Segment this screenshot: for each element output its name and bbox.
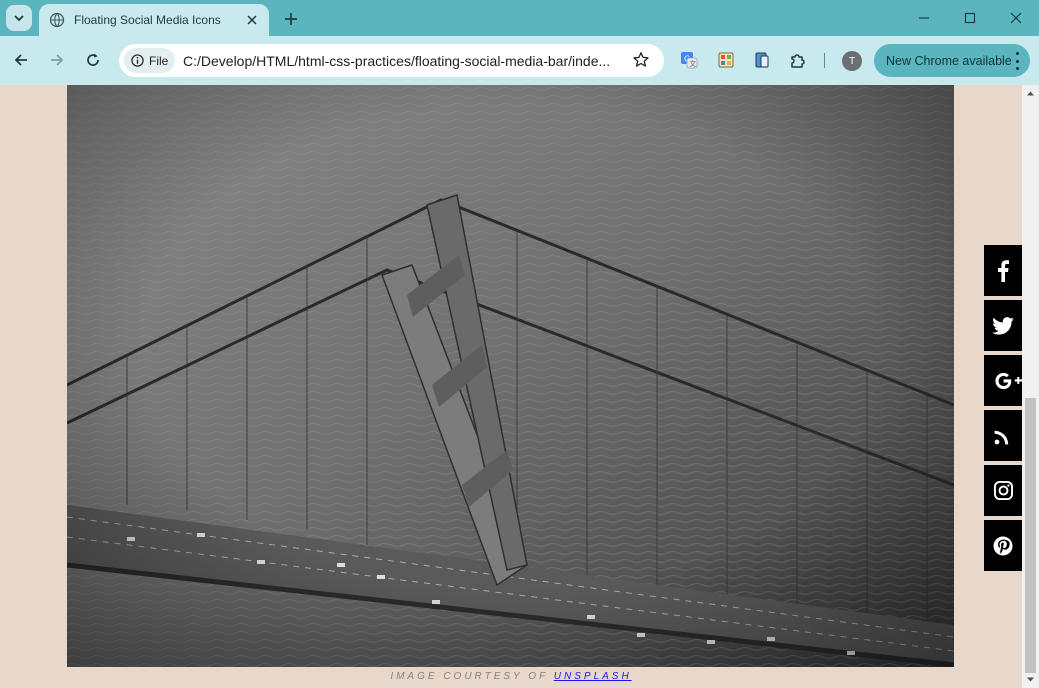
- profile-avatar[interactable]: T: [842, 51, 862, 71]
- image-caption: IMAGE COURTESY OF UNSPLASH: [0, 671, 1022, 682]
- facebook-icon: [998, 259, 1009, 282]
- new-tab-button[interactable]: [280, 8, 302, 30]
- puzzle-icon: [791, 54, 805, 68]
- unsplash-link[interactable]: UNSPLASH: [554, 671, 632, 682]
- translate-extension-button[interactable]: G文: [679, 50, 699, 70]
- tab-close-button[interactable]: [243, 11, 261, 29]
- rss-icon: [994, 430, 1009, 444]
- close-icon: [247, 15, 257, 25]
- globe-icon: [49, 12, 65, 28]
- instagram-button[interactable]: [984, 465, 1022, 516]
- google-plus-button[interactable]: [984, 355, 1022, 406]
- extensions-button[interactable]: [788, 50, 808, 70]
- minimize-icon: [919, 17, 929, 19]
- file-scheme-label: File: [149, 53, 169, 68]
- browser-title-bar: Floating Social Media Icons: [0, 0, 1039, 36]
- page-scrollbar[interactable]: [1022, 85, 1039, 688]
- chevron-down-icon: [14, 15, 24, 22]
- window-close-button[interactable]: [1005, 7, 1027, 29]
- site-info-button[interactable]: File: [124, 48, 175, 73]
- page-viewport: IMAGE COURTESY OF UNSPLASH: [0, 85, 1022, 688]
- scroll-down-icon[interactable]: [1026, 675, 1035, 684]
- arrow-right-icon: [51, 54, 64, 66]
- translate-icon: G文: [681, 52, 698, 69]
- facebook-button[interactable]: [984, 245, 1022, 296]
- google-plus-icon: [995, 372, 1022, 389]
- caption-text: IMAGE COURTESY OF: [390, 671, 554, 682]
- twitter-icon: [992, 316, 1014, 335]
- reload-icon: [87, 53, 99, 66]
- forward-button[interactable]: [45, 48, 69, 72]
- plus-icon: [285, 13, 297, 25]
- reload-button[interactable]: [81, 48, 105, 72]
- arrow-left-icon: [14, 54, 27, 66]
- update-chrome-label: New Chrome available: [886, 53, 1012, 68]
- url-text[interactable]: C:/Develop/HTML/html-css-practices/float…: [183, 53, 610, 69]
- maximize-icon: [964, 12, 976, 24]
- back-button[interactable]: [9, 48, 33, 72]
- color-picker-extension-button[interactable]: [716, 50, 736, 70]
- svg-text:文: 文: [689, 59, 696, 68]
- minimize-button[interactable]: [913, 7, 935, 29]
- palette-icon: [718, 52, 734, 68]
- device-toolbar-extension-button[interactable]: [752, 50, 772, 70]
- address-bar[interactable]: File C:/Develop/HTML/html-css-practices/…: [119, 44, 664, 77]
- twitter-button[interactable]: [984, 300, 1022, 351]
- star-icon[interactable]: [632, 51, 650, 69]
- instagram-icon: [993, 481, 1013, 500]
- toolbar-divider: [824, 53, 825, 68]
- info-icon: [131, 54, 144, 67]
- tab-title: Floating Social Media Icons: [74, 13, 221, 27]
- pinterest-icon: [993, 536, 1013, 555]
- floating-social-bar: [984, 245, 1022, 575]
- more-menu-icon[interactable]: [1014, 52, 1020, 70]
- devices-icon: [755, 52, 769, 68]
- close-icon: [1010, 12, 1022, 24]
- bridge-photo: [67, 85, 954, 667]
- rss-button[interactable]: [984, 410, 1022, 461]
- tab-search-button[interactable]: [6, 5, 32, 31]
- pinterest-button[interactable]: [984, 520, 1022, 571]
- maximize-button[interactable]: [959, 7, 981, 29]
- browser-tab[interactable]: Floating Social Media Icons: [39, 4, 269, 36]
- scroll-up-icon[interactable]: [1026, 89, 1035, 98]
- bridge-photo-image: [67, 85, 954, 667]
- update-chrome-button[interactable]: New Chrome available: [874, 44, 1030, 77]
- browser-toolbar: File C:/Develop/HTML/html-css-practices/…: [0, 36, 1039, 85]
- scrollbar-thumb[interactable]: [1025, 398, 1036, 673]
